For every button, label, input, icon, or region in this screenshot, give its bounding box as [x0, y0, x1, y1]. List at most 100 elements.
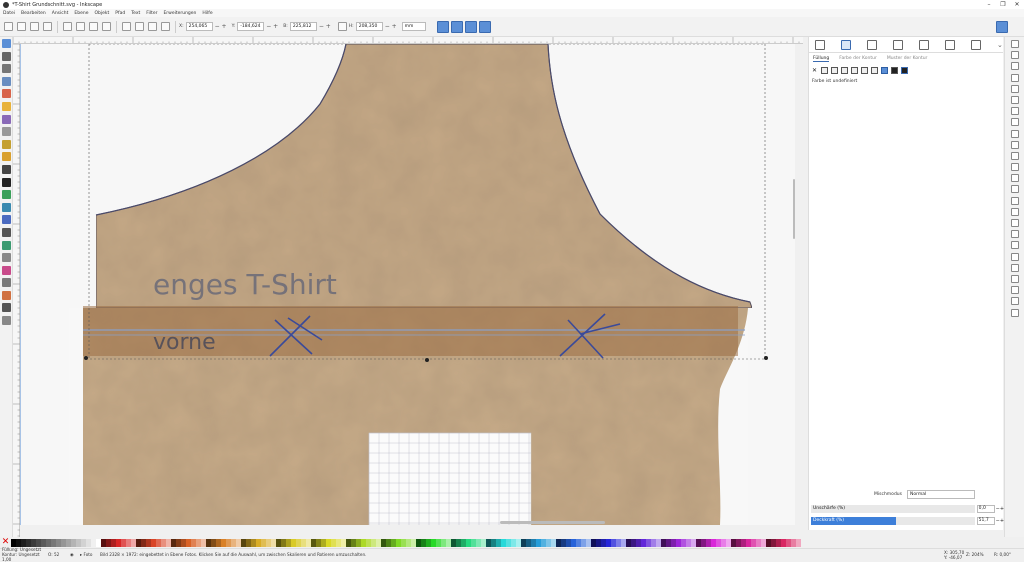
blur-slider[interactable]: Unschärfe (%)	[811, 505, 975, 513]
fill-stroke-icon[interactable]	[1011, 252, 1019, 261]
xml-editor-icon[interactable]	[1011, 286, 1019, 295]
print-icon[interactable]	[1011, 73, 1019, 82]
minimize-button[interactable]: –	[982, 0, 996, 9]
pen-tool-icon[interactable]	[2, 152, 11, 162]
selection-handle[interactable]	[84, 356, 88, 360]
transform-gradient-icon[interactable]	[464, 20, 477, 33]
menu-object[interactable]: Objekt	[94, 11, 109, 16]
blur-stepper[interactable]: −+	[996, 506, 1004, 512]
rotate-ccw-icon[interactable]	[63, 22, 72, 31]
select-all-icon[interactable]	[4, 22, 13, 31]
zoom-selection-icon[interactable]	[1011, 163, 1019, 172]
y-stepper[interactable]: − +	[266, 23, 278, 30]
save-icon[interactable]	[1011, 62, 1019, 71]
connector-tool-icon[interactable]	[2, 265, 11, 275]
zoom-control[interactable]: Z: 204%	[966, 552, 994, 557]
import-icon[interactable]	[1011, 84, 1019, 93]
blur-input[interactable]: 0,0	[976, 505, 995, 513]
selection-handle[interactable]	[425, 358, 429, 362]
clone-icon[interactable]	[1011, 207, 1019, 216]
tweak-tool-icon[interactable]	[2, 64, 11, 74]
pattern-icon[interactable]	[861, 66, 869, 74]
ungroup-icon[interactable]	[1011, 241, 1019, 250]
linear-gradient-icon[interactable]	[831, 66, 839, 74]
lower-icon[interactable]	[135, 22, 144, 31]
menu-text[interactable]: Text	[131, 11, 140, 16]
menu-help[interactable]: Hilfe	[202, 11, 212, 16]
text-tool-icon[interactable]	[2, 177, 11, 187]
menu-view[interactable]: Ansicht	[52, 11, 69, 16]
tab-fill[interactable]: Füllung	[813, 56, 830, 62]
export-tab-icon[interactable]	[971, 39, 981, 50]
eye-icon[interactable]: ◉	[70, 552, 80, 557]
deselect-icon[interactable]	[30, 22, 39, 31]
flip-horizontal-icon[interactable]	[89, 22, 98, 31]
select-all-layers-icon[interactable]	[17, 22, 26, 31]
x-stepper[interactable]: − +	[215, 23, 227, 30]
spray-tool-icon[interactable]	[2, 190, 11, 200]
duplicate-icon[interactable]	[1011, 196, 1019, 205]
close-button[interactable]: ✕	[1010, 0, 1024, 9]
measure-tool-icon[interactable]	[2, 278, 11, 288]
undo-icon[interactable]	[1011, 107, 1019, 116]
rectangle-tool-icon[interactable]	[2, 89, 11, 99]
menu-path[interactable]: Pfad	[115, 11, 125, 16]
tab-stroke-paint[interactable]: Farbe der Kontur	[839, 56, 877, 61]
x-input[interactable]: 254,065	[185, 22, 213, 31]
zoom-tool-icon[interactable]	[2, 303, 11, 313]
rotation-control[interactable]: R: 0,00°	[994, 552, 1024, 557]
scale-corners-icon[interactable]	[450, 20, 463, 33]
y-input[interactable]: -184,624	[237, 22, 265, 31]
mesh-gradient-icon[interactable]	[851, 66, 859, 74]
scale-stroke-icon[interactable]	[436, 20, 449, 33]
swatch-icon[interactable]	[871, 66, 879, 74]
eraser-tool-icon[interactable]	[2, 253, 11, 263]
unset-paint-icon[interactable]	[881, 66, 889, 74]
redo-icon[interactable]	[1011, 118, 1019, 127]
gradient-tool-icon[interactable]	[2, 202, 11, 212]
zoom-rect-tool-icon[interactable]	[2, 76, 11, 86]
opacity-slider[interactable]: Deckkraft (%)	[811, 517, 975, 525]
open-icon[interactable]	[1011, 51, 1019, 60]
dropper-tool-icon[interactable]	[2, 227, 11, 237]
text-font-icon[interactable]	[1011, 263, 1019, 272]
zoom-drawing-icon[interactable]	[1011, 174, 1019, 183]
lock-ratio-icon[interactable]	[337, 22, 347, 31]
unlink-clone-icon[interactable]	[1011, 219, 1019, 227]
mesh-tool-icon[interactable]	[2, 215, 11, 225]
maximize-button[interactable]: ❐	[996, 0, 1010, 9]
cut-icon[interactable]	[1011, 140, 1019, 149]
lower-to-bottom-icon[interactable]	[122, 22, 131, 31]
layer-select[interactable]: ▸ Foto	[80, 552, 100, 557]
opacity-input[interactable]: 51,7	[976, 517, 995, 525]
pencil-tool-icon[interactable]	[2, 139, 11, 149]
lpe-tool-icon[interactable]	[2, 290, 11, 300]
new-document-icon[interactable]	[1011, 40, 1019, 48]
fill-rule-nonzero-icon[interactable]	[901, 66, 909, 74]
layers-icon[interactable]	[1011, 274, 1019, 283]
opacity-spin[interactable]: O: 52	[48, 552, 70, 557]
blend-mode-select[interactable]: Normal	[907, 489, 975, 499]
zoom-page-icon[interactable]	[1011, 185, 1019, 194]
vertical-scrollbar[interactable]	[793, 179, 795, 239]
opacity-stepper[interactable]: −+	[996, 518, 1004, 524]
paint-bucket-tool-icon[interactable]	[2, 240, 11, 250]
group-icon[interactable]	[1011, 230, 1019, 239]
horizontal-ruler[interactable]	[13, 37, 803, 44]
3d-box-tool-icon[interactable]	[2, 114, 11, 124]
snap-toggle-icon[interactable]	[996, 21, 1008, 33]
calligraphy-tool-icon[interactable]	[2, 164, 11, 174]
node-tool-icon[interactable]	[2, 51, 11, 61]
fill-rule-evenodd-icon[interactable]	[891, 66, 899, 74]
align-tab-icon[interactable]	[867, 39, 877, 50]
align-distribute-icon[interactable]	[1011, 297, 1019, 306]
menu-file[interactable]: Datei	[3, 11, 15, 16]
unit-select[interactable]: mm	[401, 22, 426, 31]
layers-tab-icon[interactable]	[815, 39, 825, 50]
raise-to-top-icon[interactable]	[161, 22, 170, 31]
tab-stroke-style[interactable]: Muster der Kontur	[887, 56, 928, 61]
no-paint-icon[interactable]: ✕	[812, 67, 817, 74]
height-input[interactable]: 208,350	[355, 22, 383, 31]
chevron-down-icon[interactable]: ⌄	[997, 41, 1003, 49]
selector-tool-icon[interactable]	[2, 39, 11, 48]
